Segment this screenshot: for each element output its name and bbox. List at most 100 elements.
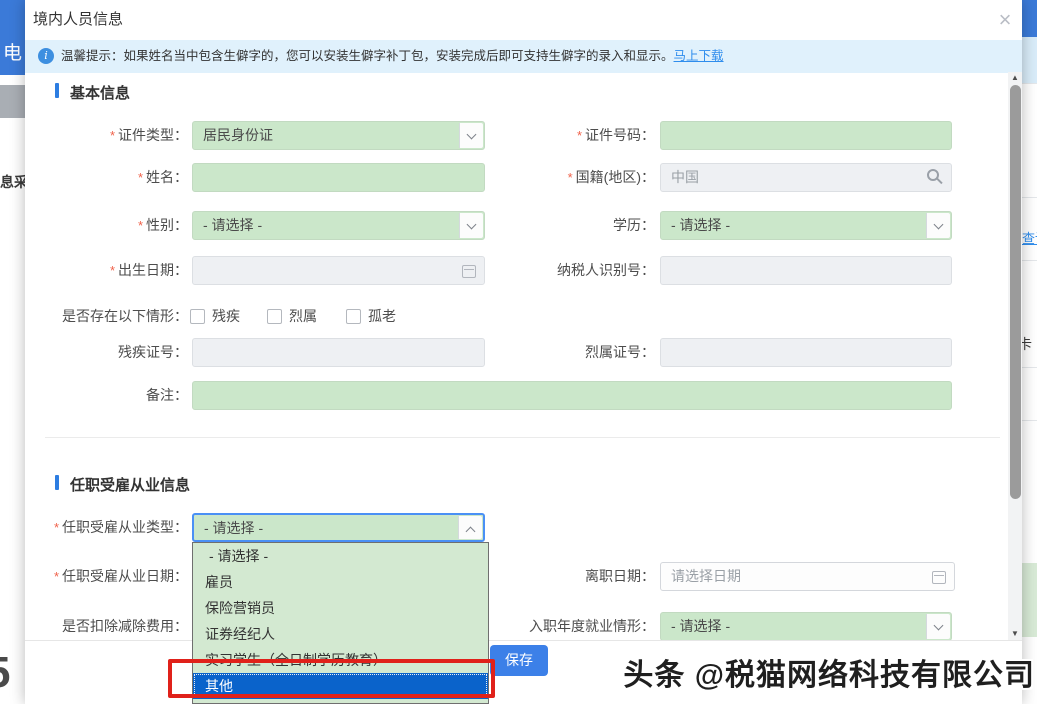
download-link[interactable]: 马上下载 [674, 49, 724, 63]
background-query-link: 查询 [1022, 228, 1037, 247]
education-value: - 请选择 - [671, 212, 730, 239]
dropdown-option[interactable]: 雇员 [193, 569, 488, 595]
required-marker: * [138, 218, 143, 233]
background-divider [1022, 367, 1037, 368]
info-icon: i [38, 48, 54, 64]
select-arrow-zone [926, 213, 950, 238]
select-arrow-zone [458, 516, 482, 539]
required-marker: * [568, 170, 573, 185]
gender-label: *性别： [33, 211, 188, 240]
background-left-header: 电 [0, 0, 25, 75]
footer-divider [25, 640, 1022, 641]
search-icon[interactable] [927, 169, 939, 181]
background-divider [1022, 197, 1037, 198]
situations-checkbox-group: 残疾 烈属 孤老 [190, 303, 490, 329]
gender-select[interactable]: - 请选择 - [192, 211, 485, 240]
gender-value: - 请选择 - [203, 212, 262, 239]
section-marker [55, 83, 59, 98]
checkbox-icon[interactable] [346, 309, 361, 324]
taxpayer-id-label: 纳税人识别号： [465, 256, 655, 285]
watermark: 头条 @税猫网络科技有限公司 [623, 650, 1035, 694]
scroll-up-icon[interactable]: ▲ [1008, 72, 1022, 84]
resign-date-placeholder: 请选择日期 [671, 563, 741, 590]
background-right-subheader [1022, 37, 1037, 83]
modal-scrollbar[interactable]: ▲ ▼ [1008, 72, 1022, 640]
chevron-up-icon [466, 527, 476, 537]
background-card-text: 卡 [1022, 334, 1032, 354]
cert-type-value: 居民身份证 [203, 122, 273, 149]
employment-type-select[interactable]: - 请选择 - [192, 513, 485, 542]
select-arrow-zone [926, 614, 950, 639]
personnel-info-modal: 境内人员信息 × i 温馨提示：如果姓名当中包含生僻字的，您可以安装生僻字补丁包… [25, 0, 1022, 704]
birth-date-label: *出生日期： [33, 256, 188, 285]
close-icon[interactable]: × [991, 6, 1019, 34]
cert-no-input[interactable] [660, 121, 952, 150]
cert-type-label: *证件类型： [33, 121, 188, 150]
entry-year-select[interactable]: - 请选择 - [660, 612, 952, 641]
background-left-mid-text: 息采 [0, 172, 25, 192]
tip-message: 温馨提示：如果姓名当中包含生僻字的，您可以安装生僻字补丁包，安装完成后即可支持生… [61, 49, 674, 63]
required-marker: * [577, 128, 582, 143]
required-marker: * [110, 263, 115, 278]
checkbox-martyr-family[interactable]: 烈属 [267, 303, 317, 329]
chevron-down-icon [934, 220, 944, 230]
employment-date-label: *任职受雇从业日期： [33, 562, 188, 591]
checkbox-lonely-elderly[interactable]: 孤老 [346, 303, 396, 329]
modal-title: 境内人员信息 [33, 0, 123, 40]
education-label: 学历： [465, 211, 655, 240]
calendar-icon[interactable] [932, 571, 946, 584]
dropdown-option[interactable]: 保险营销员 [193, 595, 488, 621]
resign-date-label: 离职日期： [465, 562, 655, 591]
section-marker [55, 475, 59, 490]
background-right-header [1022, 0, 1037, 37]
birth-date-input[interactable] [192, 256, 485, 285]
name-input[interactable] [192, 163, 485, 192]
martyr-no-label: 烈属证号： [465, 338, 655, 367]
required-marker: * [54, 569, 59, 584]
required-marker: * [138, 170, 143, 185]
employment-type-value: - 请选择 - [204, 515, 263, 542]
section-title: 基本信息 [70, 82, 130, 103]
background-left-header-text: 电 [3, 38, 22, 65]
background-right-strip: 查询 卡 [1022, 0, 1037, 704]
background-left-number: 5 [0, 648, 10, 698]
background-divider [1022, 420, 1037, 421]
background-green-band [1022, 563, 1037, 637]
deduct-fee-label: 是否扣除减除费用： [33, 612, 188, 641]
chevron-down-icon [934, 621, 944, 631]
section-divider [45, 437, 1000, 438]
disability-no-input[interactable] [192, 338, 485, 367]
checkbox-icon[interactable] [267, 309, 282, 324]
nationality-input[interactable]: 中国 [660, 163, 952, 192]
background-left-strip: 电 息采 5 [0, 0, 25, 704]
cert-no-label: *证件号码： [465, 121, 655, 150]
background-divider [1022, 260, 1037, 261]
martyr-no-input[interactable] [660, 338, 952, 367]
required-marker: * [110, 128, 115, 143]
taxpayer-id-input[interactable] [660, 256, 952, 285]
checkbox-icon[interactable] [190, 309, 205, 324]
education-select[interactable]: - 请选择 - [660, 211, 952, 240]
scroll-down-icon[interactable]: ▼ [1008, 628, 1022, 640]
entry-year-value: - 请选择 - [671, 613, 730, 640]
entry-year-label: 入职年度就业情形： [465, 612, 655, 641]
tip-text: 温馨提示：如果姓名当中包含生僻字的，您可以安装生僻字补丁包，安装完成后即可支持生… [61, 40, 724, 73]
cert-type-select[interactable]: 居民身份证 [192, 121, 485, 150]
save-button[interactable]: 保存 [490, 645, 548, 676]
nationality-label: *国籍(地区)： [465, 163, 655, 192]
section-title: 任职受雇从业信息 [70, 474, 190, 495]
required-marker: * [54, 520, 59, 535]
annotation-red-box [168, 659, 495, 698]
tip-bar: i 温馨提示：如果姓名当中包含生僻字的，您可以安装生僻字补丁包，安装完成后即可支… [25, 40, 1022, 73]
page: 电 息采 5 查询 卡 境内人员信息 × i 温馨提示：如果姓名当中包含生僻字的… [0, 0, 1037, 704]
dropdown-option[interactable]: - 请选择 - [193, 543, 488, 569]
name-label: *姓名： [33, 163, 188, 192]
scrollbar-thumb[interactable] [1010, 85, 1021, 499]
resign-date-input[interactable]: 请选择日期 [660, 562, 955, 591]
nationality-value: 中国 [671, 164, 699, 191]
remark-label: 备注： [33, 381, 188, 410]
dropdown-option[interactable]: 证券经纪人 [193, 621, 488, 647]
remark-input[interactable] [192, 381, 952, 410]
checkbox-disabled[interactable]: 残疾 [190, 303, 240, 329]
background-gray-band [0, 85, 25, 118]
